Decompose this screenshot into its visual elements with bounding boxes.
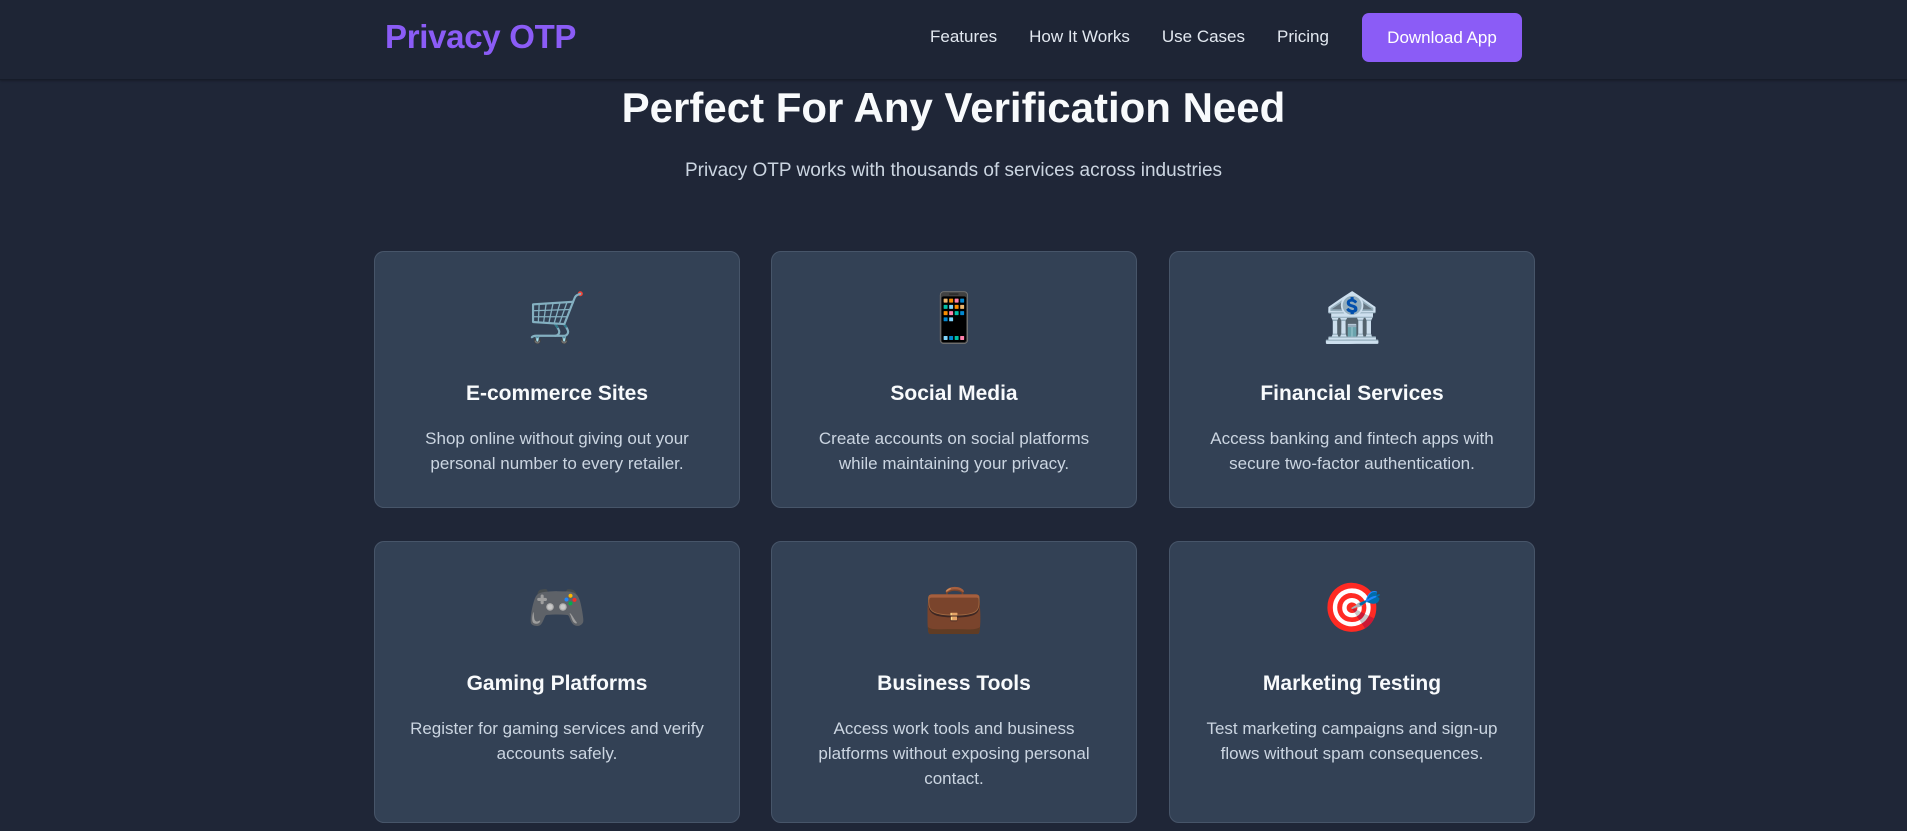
nav-link-how-it-works[interactable]: How It Works — [1029, 27, 1130, 47]
brand-logo[interactable]: Privacy OTP — [385, 18, 576, 56]
nav-link-use-cases[interactable]: Use Cases — [1162, 27, 1245, 47]
nav-links: Features How It Works Use Cases Pricing — [930, 27, 1361, 47]
use-case-card: 🏦 Financial Services Access banking and … — [1169, 251, 1535, 508]
section-title: Perfect For Any Verification Need — [621, 84, 1286, 131]
briefcase-icon: 💼 — [924, 580, 984, 636]
target-icon: 🎯 — [1322, 580, 1382, 636]
card-title: Business Tools — [877, 672, 1031, 695]
use-case-card: 📱 Social Media Create accounts on social… — [771, 251, 1137, 508]
nav-link-pricing[interactable]: Pricing — [1277, 27, 1329, 47]
navbar: Privacy OTP Features How It Works Use Ca… — [0, 0, 1907, 80]
card-description: Create accounts on social platforms whil… — [818, 429, 1090, 473]
card-title: Financial Services — [1260, 382, 1444, 405]
card-title: Gaming Platforms — [466, 672, 648, 695]
card-description: Shop online without giving out your pers… — [425, 429, 689, 473]
card-description: Access banking and fintech apps with sec… — [1210, 429, 1494, 473]
mobile-phone-icon: 📱 — [924, 290, 984, 346]
shopping-cart-icon: 🛒 — [527, 290, 587, 346]
use-case-card: 🎮 Gaming Platforms Register for gaming s… — [374, 541, 740, 823]
download-app-button[interactable]: Download App — [1362, 13, 1522, 62]
card-title: Social Media — [890, 382, 1018, 405]
card-description: Access work tools and business platforms… — [818, 719, 1090, 788]
bank-icon: 🏦 — [1322, 290, 1382, 346]
section-subtitle: Privacy OTP works with thousands of serv… — [684, 160, 1223, 181]
card-title: E-commerce Sites — [465, 382, 649, 405]
use-case-card: 💼 Business Tools Access work tools and b… — [771, 541, 1137, 823]
card-description: Register for gaming services and verify … — [410, 719, 704, 763]
card-title: Marketing Testing — [1262, 672, 1442, 695]
use-case-card: 🎯 Marketing Testing Test marketing campa… — [1169, 541, 1535, 823]
use-case-card: 🛒 E-commerce Sites Shop online without g… — [374, 251, 740, 508]
card-description: Test marketing campaigns and sign-up flo… — [1206, 719, 1498, 763]
nav-link-features[interactable]: Features — [930, 27, 997, 47]
game-controller-icon: 🎮 — [527, 580, 587, 636]
